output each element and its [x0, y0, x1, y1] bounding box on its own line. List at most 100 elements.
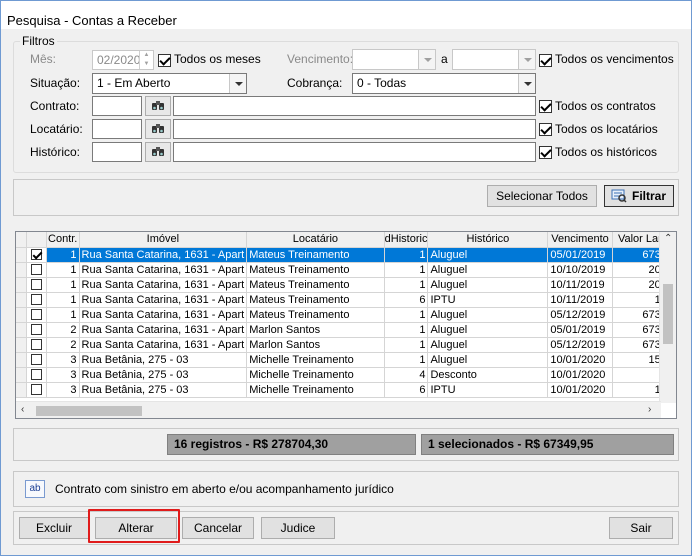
cell-contr[interactable]: 2 — [46, 322, 80, 338]
table-row[interactable]: 1 Rua Santa Catarina, 1631 - Apart Mateus … — [16, 247, 676, 263]
cell-locatario[interactable]: Mateus Treinamento — [246, 277, 385, 293]
todos-meses-checkbox[interactable] — [158, 54, 171, 67]
row-header[interactable] — [16, 382, 28, 398]
table-row[interactable]: 3 Rua Betânia, 275 - 03 Michelle Treinamen… — [16, 367, 676, 383]
cell-historico[interactable]: IPTU — [427, 292, 549, 308]
row-checkbox-cell[interactable] — [26, 367, 47, 383]
table-row[interactable]: 2 Rua Santa Catarina, 1631 - Apart Marlon … — [16, 322, 676, 338]
row-checkbox[interactable] — [31, 369, 43, 381]
cell-contr[interactable]: 3 — [46, 367, 80, 383]
cell-contr[interactable]: 1 — [46, 247, 80, 263]
cell-vencimento[interactable]: 05/01/2019 — [547, 322, 613, 338]
cell-vencimento[interactable]: 10/10/2019 — [547, 262, 613, 278]
row-header[interactable] — [16, 322, 28, 338]
cell-locatario[interactable]: Mateus Treinamento — [246, 292, 385, 308]
cell-vencimento[interactable]: 10/11/2019 — [547, 292, 613, 308]
cell-imovel[interactable]: Rua Santa Catarina, 1631 - Apart — [79, 262, 248, 278]
vencimento-from-combo[interactable] — [352, 49, 436, 70]
sair-button[interactable]: Sair — [609, 517, 673, 539]
cell-dhist[interactable]: 1 — [384, 247, 429, 263]
row-header[interactable] — [16, 367, 28, 383]
cell-vencimento[interactable]: 10/01/2020 — [547, 352, 613, 368]
judice-button[interactable]: Judice — [261, 517, 335, 539]
grid-vertical-scrollbar[interactable]: ⌃ — [659, 232, 676, 403]
cell-imovel[interactable]: Rua Betânia, 275 - 03 — [79, 367, 248, 383]
todos-contratos-checkbox[interactable] — [539, 100, 552, 113]
table-row[interactable]: 1 Rua Santa Catarina, 1631 - Apart Mateus … — [16, 307, 676, 323]
cell-dhist[interactable]: 6 — [384, 292, 429, 308]
todos-historicos-checkbox[interactable] — [539, 146, 552, 159]
mes-spinner[interactable]: ▲ ▼ — [139, 51, 153, 69]
cell-locatario[interactable]: Mateus Treinamento — [246, 307, 385, 323]
cell-historico[interactable]: Aluguel — [427, 307, 549, 323]
historico-search-button[interactable] — [145, 142, 171, 162]
locatario-code-input[interactable] — [92, 119, 142, 139]
col-header-dhistoric[interactable]: dHistoric — [384, 232, 429, 248]
cell-dhist[interactable]: 1 — [384, 277, 429, 293]
cell-locatario[interactable]: Mateus Treinamento — [246, 247, 385, 263]
cell-dhist[interactable]: 4 — [384, 367, 429, 383]
cell-dhist[interactable]: 1 — [384, 352, 429, 368]
locatario-desc-input[interactable] — [173, 119, 536, 139]
table-row[interactable]: 1 Rua Santa Catarina, 1631 - Apart Mateus … — [16, 262, 676, 278]
cell-vencimento[interactable]: 05/01/2019 — [547, 247, 613, 263]
cell-contr[interactable]: 3 — [46, 352, 80, 368]
row-header[interactable] — [16, 247, 28, 263]
row-header[interactable] — [16, 277, 28, 293]
horizontal-scroll-thumb[interactable] — [36, 406, 142, 416]
cobranca-combo[interactable]: 0 - Todas — [352, 73, 536, 94]
row-checkbox[interactable] — [31, 384, 43, 396]
row-checkbox[interactable] — [31, 354, 43, 366]
results-grid[interactable]: Contr. Imóvel Locatário dHistoric Histór… — [15, 231, 677, 419]
scroll-left-icon[interactable]: ‹ — [21, 404, 24, 415]
cell-imovel[interactable]: Rua Santa Catarina, 1631 - Apart — [79, 292, 248, 308]
row-header[interactable] — [16, 307, 28, 323]
cell-contr[interactable]: 3 — [46, 382, 80, 398]
cell-vencimento[interactable]: 05/12/2019 — [547, 337, 613, 353]
scroll-up-icon[interactable]: ⌃ — [664, 233, 672, 244]
row-checkbox-cell[interactable] — [26, 292, 47, 308]
table-row[interactable]: 2 Rua Santa Catarina, 1631 - Apart Marlon … — [16, 337, 676, 353]
selecionar-todos-button[interactable]: Selecionar Todos — [487, 185, 597, 207]
row-checkbox-cell[interactable] — [26, 307, 47, 323]
row-checkbox[interactable] — [31, 264, 43, 276]
contrato-code-input[interactable] — [92, 96, 142, 116]
cell-contr[interactable]: 1 — [46, 262, 80, 278]
row-checkbox[interactable] — [31, 309, 43, 321]
cell-imovel[interactable]: Rua Santa Catarina, 1631 - Apart — [79, 337, 248, 353]
cell-vencimento[interactable]: 10/01/2020 — [547, 382, 613, 398]
contrato-search-button[interactable] — [145, 96, 171, 116]
vencimento-to-combo[interactable] — [452, 49, 536, 70]
col-header-check[interactable] — [26, 232, 47, 248]
cell-historico[interactable]: Aluguel — [427, 337, 549, 353]
cell-historico[interactable]: Aluguel — [427, 352, 549, 368]
table-row[interactable]: 3 Rua Betânia, 275 - 03 Michelle Treinamen… — [16, 382, 676, 398]
cell-contr[interactable]: 1 — [46, 292, 80, 308]
row-checkbox[interactable] — [31, 279, 43, 291]
cell-locatario[interactable]: Marlon Santos — [246, 322, 385, 338]
cell-vencimento[interactable]: 10/01/2020 — [547, 367, 613, 383]
scroll-right-icon[interactable]: › — [648, 404, 651, 415]
cell-contr[interactable]: 2 — [46, 337, 80, 353]
row-checkbox-cell[interactable] — [26, 277, 47, 293]
row-checkbox[interactable] — [31, 249, 43, 261]
row-checkbox-cell[interactable] — [26, 352, 47, 368]
table-row[interactable]: 3 Rua Betânia, 275 - 03 Michelle Treinamen… — [16, 352, 676, 368]
historico-desc-input[interactable] — [173, 142, 536, 162]
table-row[interactable]: 1 Rua Santa Catarina, 1631 - Apart Mateus … — [16, 277, 676, 293]
cell-dhist[interactable]: 1 — [384, 262, 429, 278]
locatario-search-button[interactable] — [145, 119, 171, 139]
mes-input[interactable]: 02/2020 ▲ ▼ — [92, 50, 154, 70]
cell-imovel[interactable]: Rua Santa Catarina, 1631 - Apart — [79, 277, 248, 293]
cell-historico[interactable]: Aluguel — [427, 262, 549, 278]
todos-locatarios-checkbox[interactable] — [539, 123, 552, 136]
grid-horizontal-scrollbar[interactable]: ‹ › — [16, 401, 661, 418]
cell-locatario[interactable]: Mateus Treinamento — [246, 262, 385, 278]
excluir-button[interactable]: Excluir — [19, 517, 89, 539]
cell-imovel[interactable]: Rua Betânia, 275 - 03 — [79, 382, 248, 398]
row-checkbox[interactable] — [31, 339, 43, 351]
cell-dhist[interactable]: 1 — [384, 322, 429, 338]
col-header-vencimento[interactable]: Vencimento — [547, 232, 613, 248]
todos-vencimentos-checkbox[interactable] — [539, 54, 552, 67]
cell-dhist[interactable]: 1 — [384, 337, 429, 353]
